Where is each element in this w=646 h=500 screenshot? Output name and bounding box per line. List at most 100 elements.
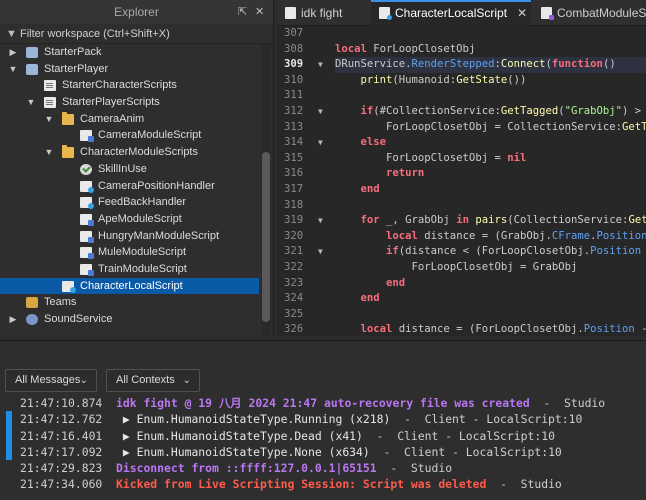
output-messages: 21:47:10.874 idk fight @ 19 八月 2024 21:4… <box>0 395 646 493</box>
expand-down-icon[interactable]: ▼ <box>44 144 54 161</box>
code-line[interactable]: ForLoopClosetObj = nil <box>335 151 646 167</box>
line-number-gutter: 307 308 309 ▼ 310 311 312 ▼ 313 314 ▼ 315 316 317 318 3… <box>277 26 335 336</box>
fold-toggle-icon[interactable]: ▼ <box>318 213 323 229</box>
code-line[interactable]: end <box>335 291 646 307</box>
fold-toggle-icon[interactable]: ▼ <box>318 244 323 260</box>
code-line[interactable]: local distance = (GrabObj.CFrame.Positio… <box>335 229 646 245</box>
tab-label: CharacterLocalScript <box>395 6 508 20</box>
message-filter-dropdown[interactable]: All Messages ⌄ <box>5 369 97 392</box>
module-script-icon <box>80 263 94 276</box>
code-line[interactable]: print(Humanoid:GetState()) <box>335 73 646 89</box>
chevron-down-icon: ⌄ <box>182 375 191 386</box>
module-script-icon <box>80 130 94 143</box>
explorer-item-mulemodulescript[interactable]: MuleModuleScript <box>0 244 259 261</box>
tab-combatmodulescr[interactable]: CombatModuleScr <box>533 0 646 26</box>
code-line[interactable] <box>335 88 646 104</box>
message-timestamp: 21:47:34.060 <box>20 477 117 492</box>
explorer-item-teams[interactable]: Teams <box>0 294 259 311</box>
expand-down-icon[interactable]: ▼ <box>26 94 36 111</box>
line-number: 319 ▼ <box>277 213 335 229</box>
message-filter-label: All Messages <box>15 374 81 386</box>
code-line[interactable]: if(distance < (ForLoopClosetObj.Position… <box>335 244 646 260</box>
explorer-scrollbar-thumb[interactable] <box>262 152 270 322</box>
code-line[interactable]: DRunService.RenderStepped:Connect(functi… <box>335 57 646 73</box>
explorer-item-cameraanim[interactable]: ▼ CameraAnim <box>0 111 259 128</box>
explorer-item-feedbackhandler[interactable]: FeedBackHandler <box>0 194 259 211</box>
code-line[interactable]: local distance = (ForLoopClosetObj.Posit… <box>335 322 646 336</box>
local-script-icon <box>379 7 392 20</box>
line-number-text: 324 <box>284 292 304 305</box>
close-icon[interactable]: ✕ <box>255 0 264 24</box>
script-editor: idk fight CharacterLocalScript ✕ CombatModu… <box>277 0 646 336</box>
bool-value-icon <box>80 163 92 175</box>
code-line[interactable]: ForLoopClosetObj = GrabObj <box>335 260 646 276</box>
line-number-text: 317 <box>284 182 304 195</box>
output-message[interactable]: 21:47:34.060 Kicked from Live Scripting … <box>0 476 646 492</box>
code-line[interactable] <box>335 198 646 214</box>
explorer-item-starterplayer[interactable]: ▼ StarterPlayer <box>0 61 259 78</box>
explorer-scrollbar[interactable] <box>261 44 271 336</box>
code-line[interactable] <box>335 307 646 323</box>
tab-label: CombatModuleScr <box>557 6 646 20</box>
message-source: - Studio <box>376 461 453 476</box>
explorer-item-apemodulescript[interactable]: ApeModuleScript <box>0 211 259 228</box>
line-number-text: 312 <box>284 104 304 117</box>
explorer-item-charactermodulescripts[interactable]: ▼ CharacterModuleScripts <box>0 144 259 161</box>
explorer-item-label: FeedBackHandler <box>98 196 187 209</box>
tab-idk-fight[interactable]: idk fight <box>277 0 369 26</box>
output-message[interactable]: 21:47:17.092 ▶ Enum.HumanoidStateType.No… <box>0 443 646 461</box>
filter-placeholder: Filter workspace (Ctrl+Shift+X) <box>20 28 170 40</box>
code-line[interactable]: return <box>335 166 646 182</box>
line-number: 313 <box>277 120 335 136</box>
explorer-item-skillinuse[interactable]: SkillInUse <box>0 161 259 178</box>
output-message[interactable]: 21:47:16.401 ▶ Enum.HumanoidStateType.De… <box>0 427 646 444</box>
code-line[interactable]: ForLoopClosetObj = CollectionService:Get… <box>335 120 646 136</box>
popout-icon[interactable]: ⇱ <box>238 0 247 24</box>
explorer-item-camerapositionhandler[interactable]: CameraPositionHandler <box>0 178 259 195</box>
expand-right-icon[interactable]: ▶ <box>8 44 18 61</box>
explorer-item-soundservice[interactable]: ▶ SoundService <box>0 311 259 328</box>
line-number-text: 307 <box>284 27 304 39</box>
code-line[interactable]: end <box>335 276 646 292</box>
expand-down-icon[interactable]: ▼ <box>8 61 18 78</box>
output-message[interactable]: 21:47:10.874 idk fight @ 19 八月 2024 21:4… <box>0 395 646 411</box>
fold-toggle-icon[interactable]: ▼ <box>318 104 323 120</box>
fold-toggle-icon[interactable]: ▼ <box>318 135 323 151</box>
tab-characterlocalscript[interactable]: CharacterLocalScript ✕ <box>371 0 531 26</box>
code-line[interactable] <box>335 26 646 42</box>
chevron-down-icon: ▼ <box>6 28 17 40</box>
local-script-icon <box>62 280 76 293</box>
folder-icon <box>62 111 74 125</box>
explorer-item-trainmodulescript[interactable]: TrainModuleScript <box>0 261 259 278</box>
output-message[interactable]: 21:47:29.823 Disconnect from ::ffff:127.… <box>0 460 646 476</box>
code-line[interactable]: for _, GrabObj in pairs(CollectionServic… <box>335 213 646 229</box>
fold-toggle-icon[interactable]: ▼ <box>318 57 323 73</box>
filter-workspace-input[interactable]: ▼ Filter workspace (Ctrl+Shift+X) <box>0 24 273 44</box>
code-line[interactable]: end <box>335 182 646 198</box>
explorer-item-cameramodulescript[interactable]: CameraModuleScript <box>0 127 259 144</box>
expand-right-icon[interactable]: ▶ <box>8 311 18 328</box>
line-number: 310 <box>277 73 335 89</box>
tab-label: idk fight <box>301 6 343 20</box>
context-filter-dropdown[interactable]: All Contexts ⌄ <box>106 369 200 392</box>
explorer-item-label: Teams <box>44 296 77 309</box>
chevron-down-icon: ⌄ <box>79 375 88 386</box>
explorer-item-starterplayerscripts[interactable]: ▼ StarterPlayerScripts <box>0 94 259 111</box>
sound-service-icon <box>26 314 38 325</box>
expand-down-icon[interactable]: ▼ <box>44 111 54 128</box>
code-area[interactable]: local ForLoopClosetObj DRunService.Render… <box>335 26 646 336</box>
line-number-text: 308 <box>284 42 304 55</box>
code-line[interactable]: if(#CollectionService:GetTagged("GrabObj… <box>335 104 646 120</box>
explorer-item-characterlocalscript[interactable]: CharacterLocalScript <box>0 277 259 295</box>
code-line[interactable]: local ForLoopClosetObj <box>335 42 646 58</box>
line-number: 307 <box>277 26 335 42</box>
explorer-item-startercharacterscripts[interactable]: StarterCharacterScripts <box>0 77 259 94</box>
tab-close-icon[interactable]: ✕ <box>517 6 527 20</box>
explorer-item-hungrymanmodulescript[interactable]: HungryManModuleScript <box>0 228 259 245</box>
explorer-item-label: TrainModuleScript <box>98 262 187 275</box>
output-message[interactable]: 21:47:12.762 ▶ Enum.HumanoidStateType.Ru… <box>0 411 646 428</box>
explorer-item-label: StarterPlayer <box>44 62 109 75</box>
explorer-item-starterpack[interactable]: ▶ StarterPack <box>0 44 259 61</box>
explorer-item-label: CameraPositionHandler <box>98 179 215 192</box>
code-line[interactable]: else <box>335 135 646 151</box>
